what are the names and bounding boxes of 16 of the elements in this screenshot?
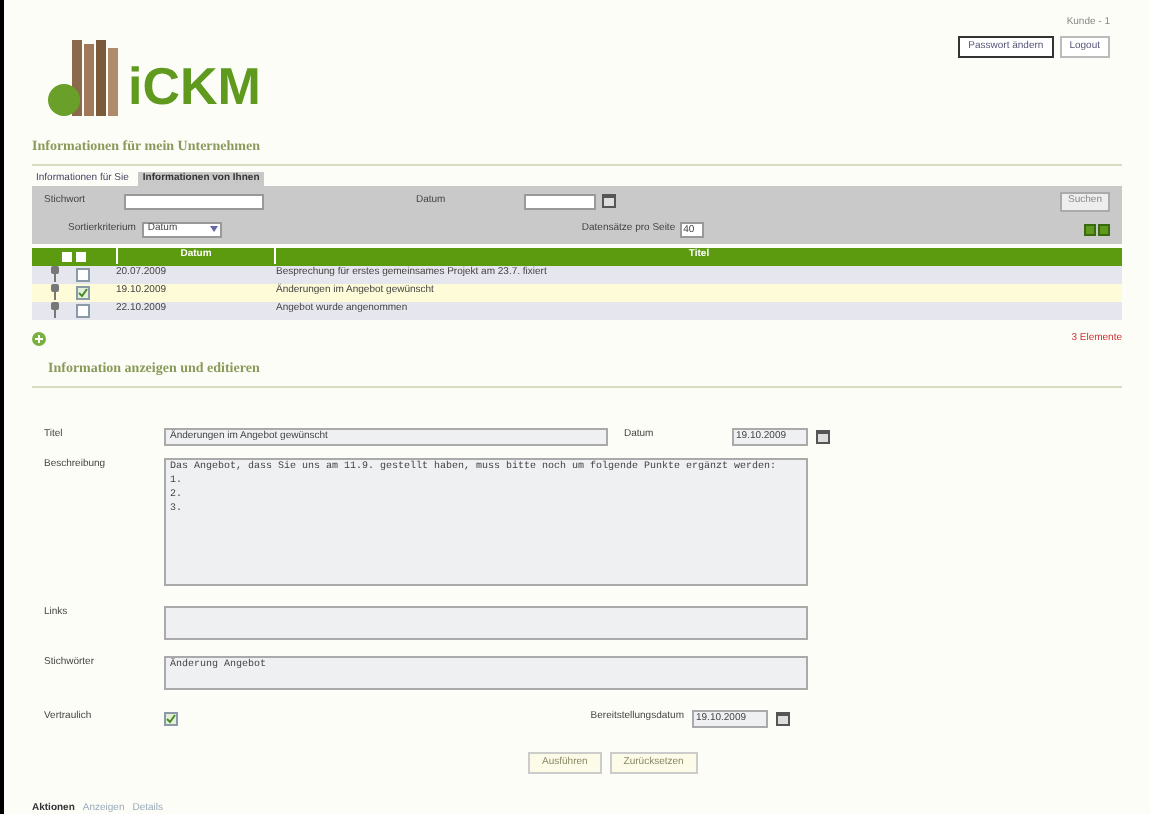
checkbox[interactable] xyxy=(76,303,90,317)
links-field[interactable] xyxy=(164,605,808,639)
add-icon[interactable] xyxy=(32,331,46,346)
caret-icon xyxy=(209,226,218,232)
calendar-icon[interactable] xyxy=(602,194,616,209)
checkbox[interactable] xyxy=(164,711,178,725)
previous-page-icon[interactable] xyxy=(1084,223,1096,235)
logo-text: iCKM xyxy=(128,60,261,112)
books-logo-icon xyxy=(44,36,124,120)
keyword-field[interactable] xyxy=(124,193,264,210)
calendar-icon[interactable] xyxy=(776,711,790,725)
checkbox[interactable] xyxy=(76,285,90,299)
date-field[interactable] xyxy=(524,193,596,210)
checkbox[interactable] xyxy=(76,267,90,281)
next-page-icon[interactable] xyxy=(1098,223,1110,235)
calendar-icon[interactable] xyxy=(816,429,830,443)
